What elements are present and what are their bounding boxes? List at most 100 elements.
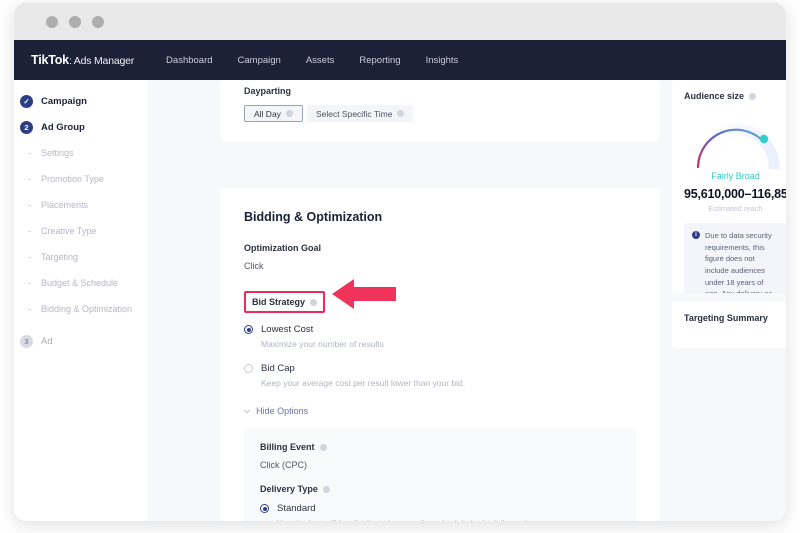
ad-step-badge: 3 bbox=[20, 334, 33, 348]
nav-link-campaign[interactable]: Campaign bbox=[238, 55, 281, 66]
window-maximize-dot[interactable] bbox=[92, 16, 104, 28]
tiktok-ads-manager-logo[interactable]: TikTok: Ads Manager bbox=[31, 53, 134, 67]
delivery-option-standard[interactable]: Standard bbox=[260, 503, 620, 514]
info-icon[interactable] bbox=[285, 110, 293, 117]
advanced-options-panel: Billing Event Click (CPC) Delivery Type … bbox=[244, 428, 636, 521]
audience-breadth-label: Fairly Broad bbox=[711, 171, 760, 181]
option-label: Bid Cap bbox=[261, 363, 295, 374]
nav-link-insights[interactable]: Insights bbox=[426, 55, 459, 66]
sidebar-tick-icon bbox=[28, 230, 31, 232]
window-close-dot[interactable] bbox=[46, 16, 58, 28]
brand-subtitle: : Ads Manager bbox=[68, 55, 135, 67]
sidebar-item-targeting[interactable]: Targeting bbox=[14, 244, 147, 270]
sidebar-tick-icon bbox=[28, 178, 31, 180]
sidebar-item-creative-type[interactable]: Creative Type bbox=[14, 218, 147, 244]
sidebar-tick-icon bbox=[28, 152, 31, 154]
radio-icon[interactable] bbox=[244, 364, 253, 373]
label-text: Billing Event bbox=[260, 442, 315, 452]
info-icon: i bbox=[692, 231, 700, 239]
audience-size-gauge bbox=[684, 113, 786, 173]
audience-size-card: Audience size Fairly Broad 95,610,000–11… bbox=[672, 80, 786, 293]
section-title: Bidding & Optimization bbox=[244, 210, 383, 224]
dayparting-option-select-specific-time[interactable]: Select Specific Time bbox=[306, 105, 414, 122]
data-security-notice: i Due to data security requirements, thi… bbox=[684, 223, 786, 293]
sidebar-tick-icon bbox=[28, 256, 31, 258]
info-icon[interactable] bbox=[310, 298, 318, 306]
sidebar-item-label: Ad bbox=[41, 335, 53, 347]
bid-strategy-label-highlight: Bid Strategy bbox=[244, 291, 326, 313]
hide-options-label: Hide Options bbox=[256, 406, 309, 416]
lowest-cost-help-text: Maximize your number of results bbox=[261, 339, 384, 349]
step-sidebar: ✓ Campaign 2 Ad Group Settings Promotion… bbox=[14, 80, 147, 521]
sidebar-item-label: Creative Type bbox=[41, 226, 97, 236]
nav-link-dashboard[interactable]: Dashboard bbox=[166, 55, 212, 66]
dayparting-option-all-day[interactable]: All Day bbox=[244, 105, 303, 122]
sidebar-item-label: Campaign bbox=[41, 95, 87, 107]
top-navigation-bar: TikTok: Ads Manager Dashboard Campaign A… bbox=[14, 40, 786, 80]
info-icon[interactable] bbox=[319, 443, 327, 451]
sidebar-item-ad[interactable]: 3 Ad bbox=[14, 328, 147, 354]
option-label: All Day bbox=[254, 108, 281, 119]
sidebar-item-label: Settings bbox=[41, 148, 74, 158]
sidebar-item-label: Placements bbox=[41, 200, 89, 210]
bid-strategy-option-lowest-cost[interactable]: Lowest Cost bbox=[244, 324, 636, 335]
dayparting-label: Dayparting bbox=[244, 86, 292, 96]
hide-options-toggle[interactable]: ⌵ Hide Options bbox=[244, 406, 636, 416]
sidebar-item-ad-group[interactable]: 2 Ad Group bbox=[14, 114, 147, 140]
radio-icon[interactable] bbox=[260, 504, 269, 513]
optimization-goal-value: Click bbox=[244, 261, 264, 271]
radio-icon[interactable] bbox=[244, 325, 253, 334]
sidebar-tick-icon bbox=[28, 308, 31, 310]
notice-text: Due to data security requirements, this … bbox=[705, 231, 772, 293]
nav-links: Dashboard Campaign Assets Reporting Insi… bbox=[166, 55, 483, 66]
main-content-column: Dayparting All Day Select Specific Time … bbox=[220, 80, 660, 521]
brand-name: TikTok bbox=[31, 53, 69, 67]
bid-strategy-label: Bid Strategy bbox=[252, 297, 306, 307]
browser-titlebar bbox=[14, 3, 786, 40]
sidebar-item-promotion-type[interactable]: Promotion Type bbox=[14, 166, 147, 192]
sidebar-item-label: Ad Group bbox=[41, 121, 85, 133]
targeting-summary-card: Targeting Summary bbox=[672, 302, 786, 348]
option-label: Select Specific Time bbox=[315, 108, 393, 119]
bidding-optimization-card: Bidding & Optimization Optimization Goal… bbox=[220, 188, 660, 521]
nav-link-reporting[interactable]: Reporting bbox=[359, 55, 400, 66]
optimization-goal-label: Optimization Goal bbox=[244, 243, 322, 253]
sidebar-item-label: Bidding & Optimization bbox=[41, 304, 133, 314]
nav-link-assets[interactable]: Assets bbox=[306, 55, 335, 66]
dayparting-options: All Day Select Specific Time bbox=[244, 105, 636, 122]
sidebar-item-label: Targeting bbox=[41, 252, 79, 262]
info-icon[interactable] bbox=[322, 485, 330, 493]
bid-cap-help-text: Keep your average cost per result lower … bbox=[261, 378, 466, 388]
estimated-reach-number: 95,610,000–116,858,0 bbox=[684, 187, 786, 201]
label-text: Delivery Type bbox=[260, 484, 318, 494]
sidebar-item-campaign[interactable]: ✓ Campaign bbox=[14, 88, 147, 114]
bid-strategy-option-bid-cap[interactable]: Bid Cap bbox=[244, 363, 636, 374]
info-icon[interactable] bbox=[749, 92, 757, 100]
option-label: Lowest Cost bbox=[261, 324, 314, 335]
sidebar-item-label: Budget & Schedule bbox=[41, 278, 119, 288]
sidebar-item-budget-schedule[interactable]: Budget & Schedule bbox=[14, 270, 147, 296]
browser-window: TikTok: Ads Manager Dashboard Campaign A… bbox=[14, 3, 786, 521]
chevron-up-icon: ⌵ bbox=[244, 406, 251, 415]
sidebar-item-settings[interactable]: Settings bbox=[14, 140, 147, 166]
right-summary-column: Audience size Fairly Broad 95,610,000–11… bbox=[672, 80, 786, 521]
ad-group-step-badge: 2 bbox=[20, 120, 33, 134]
sidebar-item-label: Promotion Type bbox=[41, 174, 104, 184]
delivery-type-label: Delivery Type bbox=[260, 484, 620, 494]
sidebar-item-bidding-optimization[interactable]: Bidding & Optimization bbox=[14, 296, 147, 322]
dayparting-card: Dayparting All Day Select Specific Time bbox=[220, 80, 660, 142]
standard-help-text: Your budget will be distributed across t… bbox=[277, 518, 620, 521]
gauge-arc-icon bbox=[692, 123, 780, 173]
option-label: Standard bbox=[277, 503, 316, 514]
billing-event-value: Click (CPC) bbox=[260, 460, 307, 470]
estimated-reach-caption: Estimated reach bbox=[708, 204, 763, 213]
audience-size-title: Audience size bbox=[684, 91, 786, 101]
billing-event-label: Billing Event bbox=[260, 442, 620, 452]
title-text: Audience size bbox=[684, 91, 745, 101]
page-viewport: TikTok: Ads Manager Dashboard Campaign A… bbox=[14, 40, 786, 521]
sidebar-tick-icon bbox=[28, 282, 31, 284]
campaign-step-badge: ✓ bbox=[20, 94, 33, 108]
window-minimize-dot[interactable] bbox=[69, 16, 81, 28]
sidebar-item-placements[interactable]: Placements bbox=[14, 192, 147, 218]
info-icon[interactable] bbox=[397, 110, 405, 117]
